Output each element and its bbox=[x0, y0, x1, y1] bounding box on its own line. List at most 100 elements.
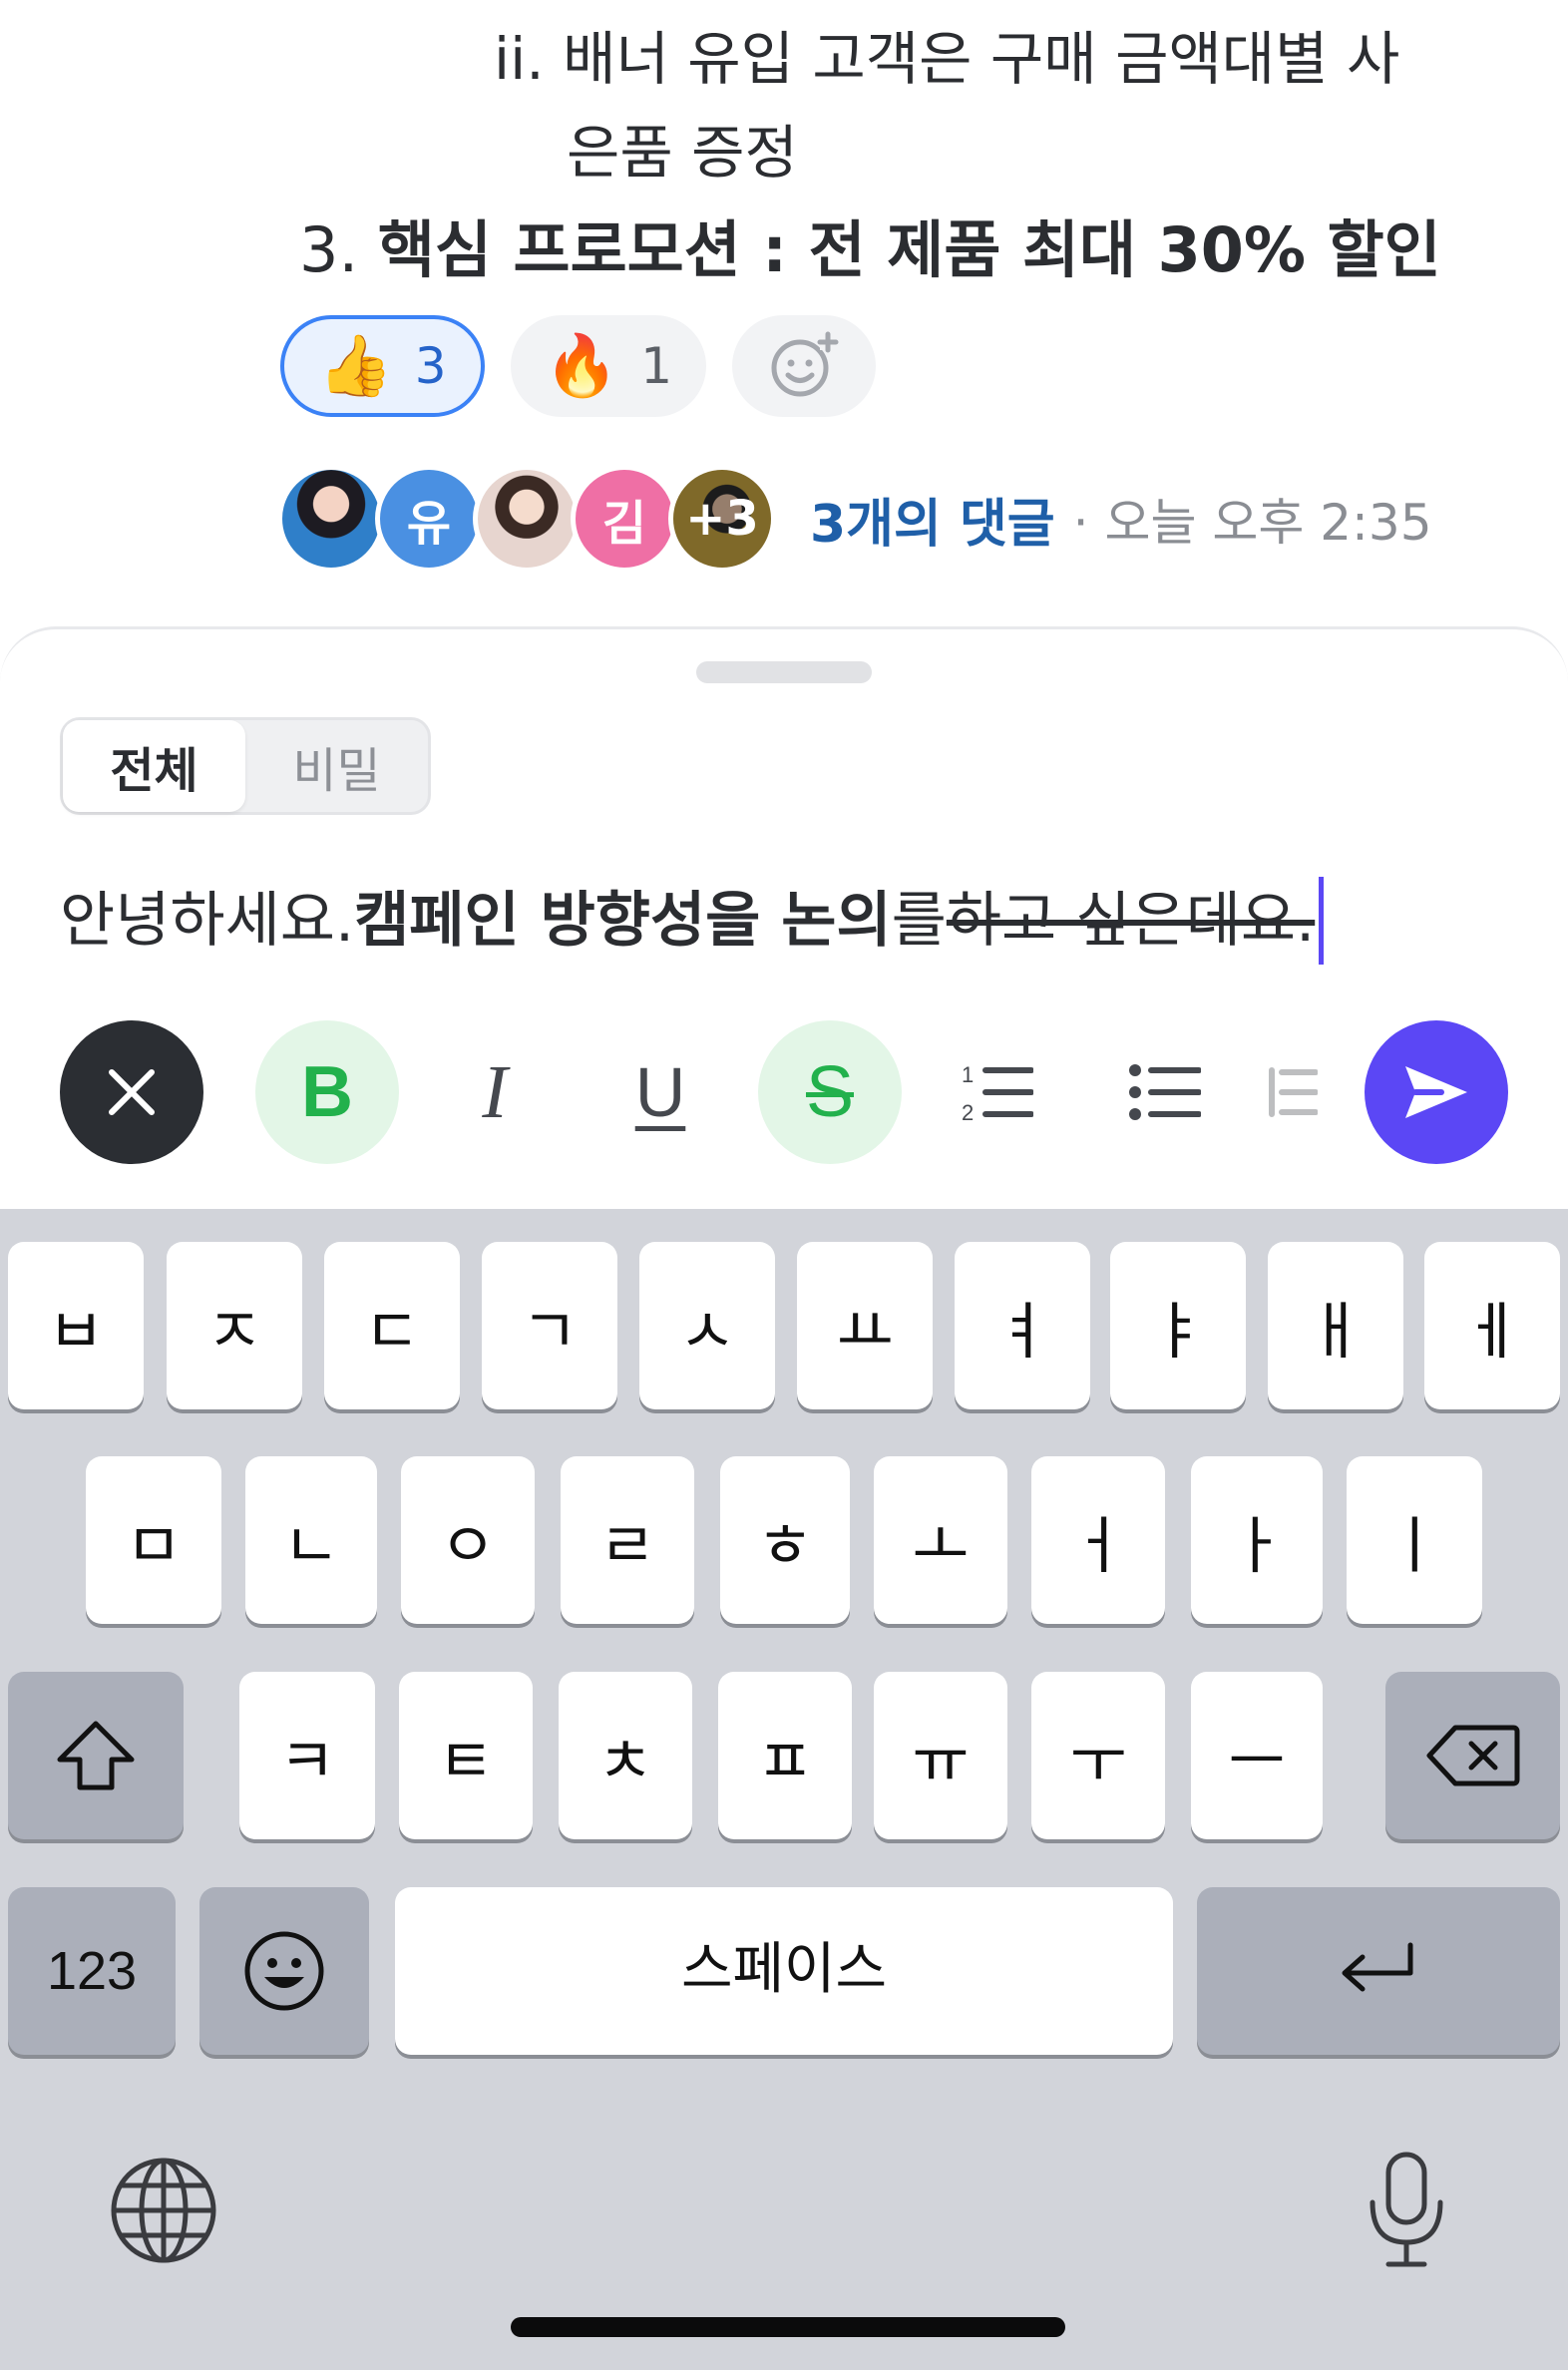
globe-button[interactable] bbox=[106, 2153, 221, 2268]
avatar: 김 bbox=[571, 465, 678, 573]
bold-button[interactable]: B bbox=[255, 1020, 399, 1164]
numbers-key-label: 123 bbox=[46, 1941, 138, 2001]
strikethrough-button[interactable]: S bbox=[758, 1020, 902, 1164]
strikethrough-icon: S bbox=[805, 1052, 855, 1132]
italic-icon: I bbox=[482, 1049, 508, 1134]
tab-all[interactable]: 전체 bbox=[63, 720, 245, 812]
numbers-key[interactable]: 123 bbox=[8, 1887, 176, 2055]
key[interactable]: ㅛ bbox=[797, 1242, 933, 1409]
comment-count-link[interactable]: 3개의 댓글 bbox=[810, 482, 1055, 557]
key[interactable]: ㅋ bbox=[239, 1672, 375, 1839]
list-number: 3. bbox=[299, 213, 378, 286]
ordered-list-icon: 1 2 bbox=[962, 1062, 1033, 1124]
key[interactable]: ㅡ bbox=[1191, 1672, 1323, 1839]
key[interactable]: ㅏ bbox=[1191, 1456, 1323, 1624]
key[interactable]: ㅑ bbox=[1110, 1242, 1246, 1409]
emoji-key[interactable] bbox=[199, 1887, 369, 2055]
key[interactable]: ㅇ bbox=[401, 1456, 535, 1624]
key[interactable]: ㅓ bbox=[1031, 1456, 1165, 1624]
promotion-heading: 핵심 프로모션 : 전 제품 최대 30% 할인 bbox=[377, 213, 1441, 286]
close-button[interactable] bbox=[60, 1020, 203, 1164]
shift-key[interactable] bbox=[8, 1672, 184, 1839]
key[interactable]: ㅌ bbox=[399, 1672, 533, 1839]
bullet-list-button[interactable] bbox=[1093, 1020, 1237, 1164]
backspace-key[interactable] bbox=[1385, 1672, 1560, 1839]
message-heading: 3. 핵심 프로모션 : 전 제품 최대 30% 할인 bbox=[299, 219, 1441, 281]
comment-input[interactable]: 안녕하세요. 캠페인 방향성을 논의 를 하고 싶은데요. bbox=[60, 877, 1325, 965]
space-key[interactable]: 스페이스 bbox=[395, 1887, 1173, 2055]
send-icon bbox=[1405, 1066, 1467, 1118]
key[interactable]: ㅎ bbox=[720, 1456, 850, 1624]
overflow-count: +3 bbox=[685, 491, 759, 547]
avatar bbox=[277, 465, 385, 573]
editor-text: 를 bbox=[891, 886, 947, 956]
editor-text: 안녕하세요. bbox=[60, 886, 355, 956]
space-key-label: 스페이스 bbox=[680, 1936, 888, 2002]
microphone-button[interactable] bbox=[1357, 2149, 1456, 2272]
composer-sheet: 전체 비밀 안녕하세요. 캠페인 방향성을 논의 를 하고 싶은데요. B I bbox=[0, 626, 1568, 1215]
key[interactable]: ㅊ bbox=[559, 1672, 692, 1839]
globe-icon bbox=[111, 2158, 216, 2263]
comment-summary[interactable]: 유 김 +3 3개의 댓글 · 오늘 오후 2:35 bbox=[277, 465, 1432, 573]
key[interactable]: ㅁ bbox=[86, 1456, 221, 1624]
bullet-list-icon bbox=[1129, 1064, 1201, 1120]
key[interactable]: ㄹ bbox=[561, 1456, 694, 1624]
reaction-count: 3 bbox=[414, 337, 447, 395]
avatar bbox=[473, 465, 581, 573]
thumbs-up-icon: 👍 bbox=[318, 331, 393, 401]
key[interactable]: ㅈ bbox=[167, 1242, 302, 1409]
close-icon bbox=[109, 1069, 155, 1115]
ordered-list-button[interactable]: 1 2 bbox=[926, 1020, 1069, 1164]
emoji-icon bbox=[244, 1931, 324, 2011]
add-emoji-icon bbox=[771, 331, 839, 397]
format-toolbar: B I U S 1 2 bbox=[60, 1020, 1508, 1164]
key[interactable]: ㅔ bbox=[1424, 1242, 1560, 1409]
svg-text:2: 2 bbox=[962, 1100, 974, 1124]
sheet-handle[interactable] bbox=[696, 661, 872, 683]
home-indicator[interactable] bbox=[511, 2317, 1065, 2337]
message-line: 은품 증정 bbox=[567, 119, 798, 187]
bold-icon: B bbox=[301, 1052, 353, 1132]
key[interactable]: ㅣ bbox=[1347, 1456, 1482, 1624]
add-reaction-button[interactable] bbox=[732, 315, 877, 417]
return-key[interactable] bbox=[1197, 1887, 1560, 2055]
indent-button[interactable] bbox=[1253, 1020, 1333, 1164]
italic-button[interactable]: I bbox=[423, 1020, 567, 1164]
indent-icon bbox=[1269, 1067, 1318, 1117]
underline-button[interactable]: U bbox=[588, 1020, 732, 1164]
keyboard: ㅂ ㅈ ㄷ ㄱ ㅅ ㅛ ㅕ ㅑ ㅐ ㅔ ㅁ ㄴ ㅇ ㄹ ㅎ ㅗ ㅓ ㅏ ㅣ ㅋ … bbox=[0, 1209, 1568, 2370]
key[interactable]: ㄷ bbox=[324, 1242, 460, 1409]
reaction-fire[interactable]: 🔥 1 bbox=[510, 315, 707, 417]
avatar-overflow: +3 bbox=[668, 465, 776, 573]
key[interactable]: ㅐ bbox=[1268, 1242, 1403, 1409]
underline-icon: U bbox=[634, 1053, 686, 1131]
key[interactable]: ㄱ bbox=[482, 1242, 617, 1409]
fire-icon: 🔥 bbox=[544, 331, 619, 401]
key[interactable]: ㄴ bbox=[245, 1456, 377, 1624]
key[interactable]: ㅕ bbox=[955, 1242, 1090, 1409]
text-caret bbox=[1319, 877, 1325, 965]
editor-strike-text: 하고 싶은데요. bbox=[946, 886, 1316, 956]
timestamp: · 오늘 오후 2:35 bbox=[1072, 494, 1432, 552]
key[interactable]: ㅗ bbox=[874, 1456, 1007, 1624]
message-line: ii. 배너 유입 고객은 구매 금액대별 사 bbox=[494, 25, 1400, 93]
reaction-bar: 👍 3 🔥 1 bbox=[280, 315, 877, 417]
reaction-count: 1 bbox=[640, 337, 673, 395]
key[interactable]: ㅂ bbox=[8, 1242, 144, 1409]
screen: ii. 배너 유입 고객은 구매 금액대별 사 은품 증정 3. 핵심 프로모션… bbox=[0, 0, 1568, 2370]
microphone-icon bbox=[1370, 2152, 1443, 2267]
send-button[interactable] bbox=[1365, 1020, 1508, 1164]
visibility-toggle: 전체 비밀 bbox=[60, 717, 431, 815]
key[interactable]: ㅍ bbox=[718, 1672, 852, 1839]
key[interactable]: ㅜ bbox=[1031, 1672, 1165, 1839]
backspace-icon bbox=[1426, 1725, 1519, 1786]
key[interactable]: ㅠ bbox=[874, 1672, 1007, 1839]
avatar: 유 bbox=[375, 465, 483, 573]
editor-bold-text: 캠페인 방향성을 논의 bbox=[354, 886, 892, 956]
key[interactable]: ㅅ bbox=[639, 1242, 775, 1409]
return-icon bbox=[1342, 1942, 1413, 1992]
tab-secret[interactable]: 비밀 bbox=[245, 720, 428, 812]
reaction-thumbs-up[interactable]: 👍 3 bbox=[280, 315, 485, 417]
svg-text:1: 1 bbox=[962, 1062, 974, 1087]
shift-icon bbox=[57, 1721, 135, 1790]
